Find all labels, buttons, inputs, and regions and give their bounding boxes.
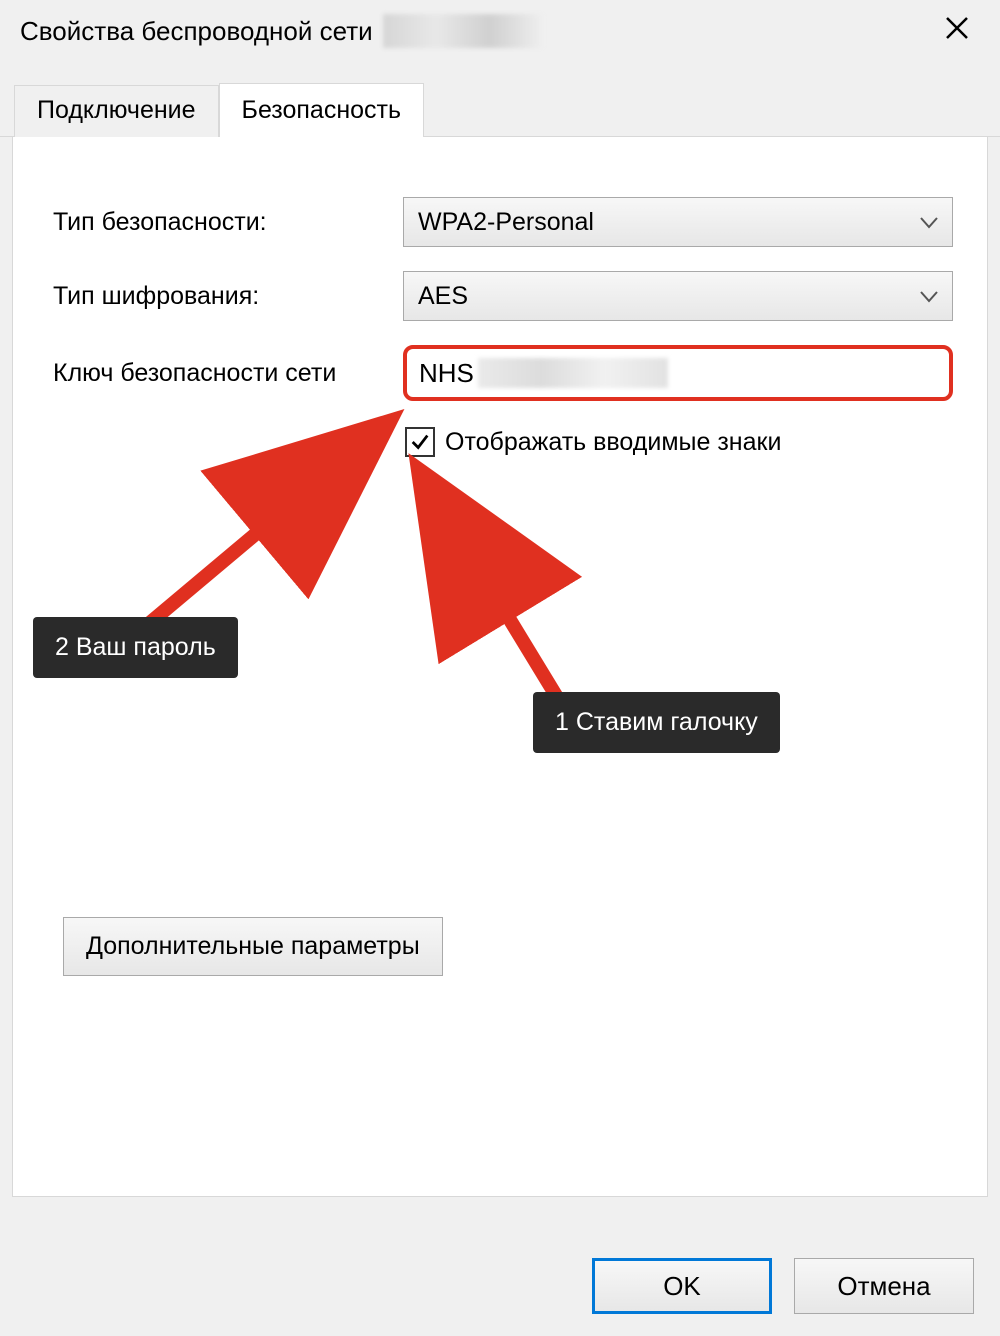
tab-connection[interactable]: Подключение	[14, 85, 219, 137]
titlebar: Свойства беспроводной сети	[0, 0, 1000, 62]
encryption-select[interactable]: AES	[403, 271, 953, 321]
show-characters-checkbox[interactable]	[405, 427, 435, 457]
network-key-input[interactable]: NHS	[403, 345, 953, 401]
network-name-redacted	[383, 14, 543, 48]
chevron-down-icon	[920, 209, 938, 235]
close-icon	[942, 13, 972, 43]
window-title: Свойства беспроводной сети	[20, 14, 543, 48]
window-title-text: Свойства беспроводной сети	[20, 16, 373, 47]
tab-security[interactable]: Безопасность	[219, 83, 424, 137]
chevron-down-icon	[920, 283, 938, 309]
annotation-step1-text: 1 Ставим галочку	[555, 708, 758, 736]
security-type-label: Тип безопасности:	[53, 208, 403, 237]
encryption-row: Тип шифрования: AES	[53, 271, 953, 321]
encryption-value: AES	[418, 282, 468, 311]
dialog-footer: OK Отмена	[592, 1258, 974, 1314]
annotation-step2-text: 2 Ваш пароль	[55, 633, 216, 661]
wireless-properties-window: Свойства беспроводной сети Подключение Б…	[0, 0, 1000, 1336]
network-key-value: NHS	[419, 358, 474, 389]
show-characters-label: Отображать вводимые знаки	[445, 428, 781, 457]
show-characters-row: Отображать вводимые знаки	[405, 427, 953, 457]
advanced-settings-button[interactable]: Дополнительные параметры	[63, 917, 443, 976]
ok-button[interactable]: OK	[592, 1258, 772, 1314]
network-key-redacted	[478, 358, 668, 388]
advanced-settings-label: Дополнительные параметры	[86, 932, 420, 960]
encryption-label: Тип шифрования:	[53, 282, 403, 311]
ok-button-label: OK	[663, 1271, 701, 1302]
tab-strip: Подключение Безопасность	[0, 80, 1000, 137]
cancel-button-label: Отмена	[837, 1271, 930, 1302]
security-type-row: Тип безопасности: WPA2-Personal	[53, 197, 953, 247]
annotation-step2: 2 Ваш пароль	[33, 617, 238, 678]
cancel-button[interactable]: Отмена	[794, 1258, 974, 1314]
annotation-step1: 1 Ставим галочку	[533, 692, 780, 753]
security-type-select[interactable]: WPA2-Personal	[403, 197, 953, 247]
tab-connection-label: Подключение	[37, 96, 196, 124]
tab-security-label: Безопасность	[242, 96, 401, 124]
network-key-label: Ключ безопасности сети	[53, 359, 403, 388]
close-button[interactable]	[932, 12, 982, 50]
security-type-value: WPA2-Personal	[418, 208, 594, 237]
network-key-row: Ключ безопасности сети NHS	[53, 345, 953, 401]
checkmark-icon	[409, 431, 431, 453]
security-panel: Тип безопасности: WPA2-Personal Тип шифр…	[12, 137, 988, 1197]
